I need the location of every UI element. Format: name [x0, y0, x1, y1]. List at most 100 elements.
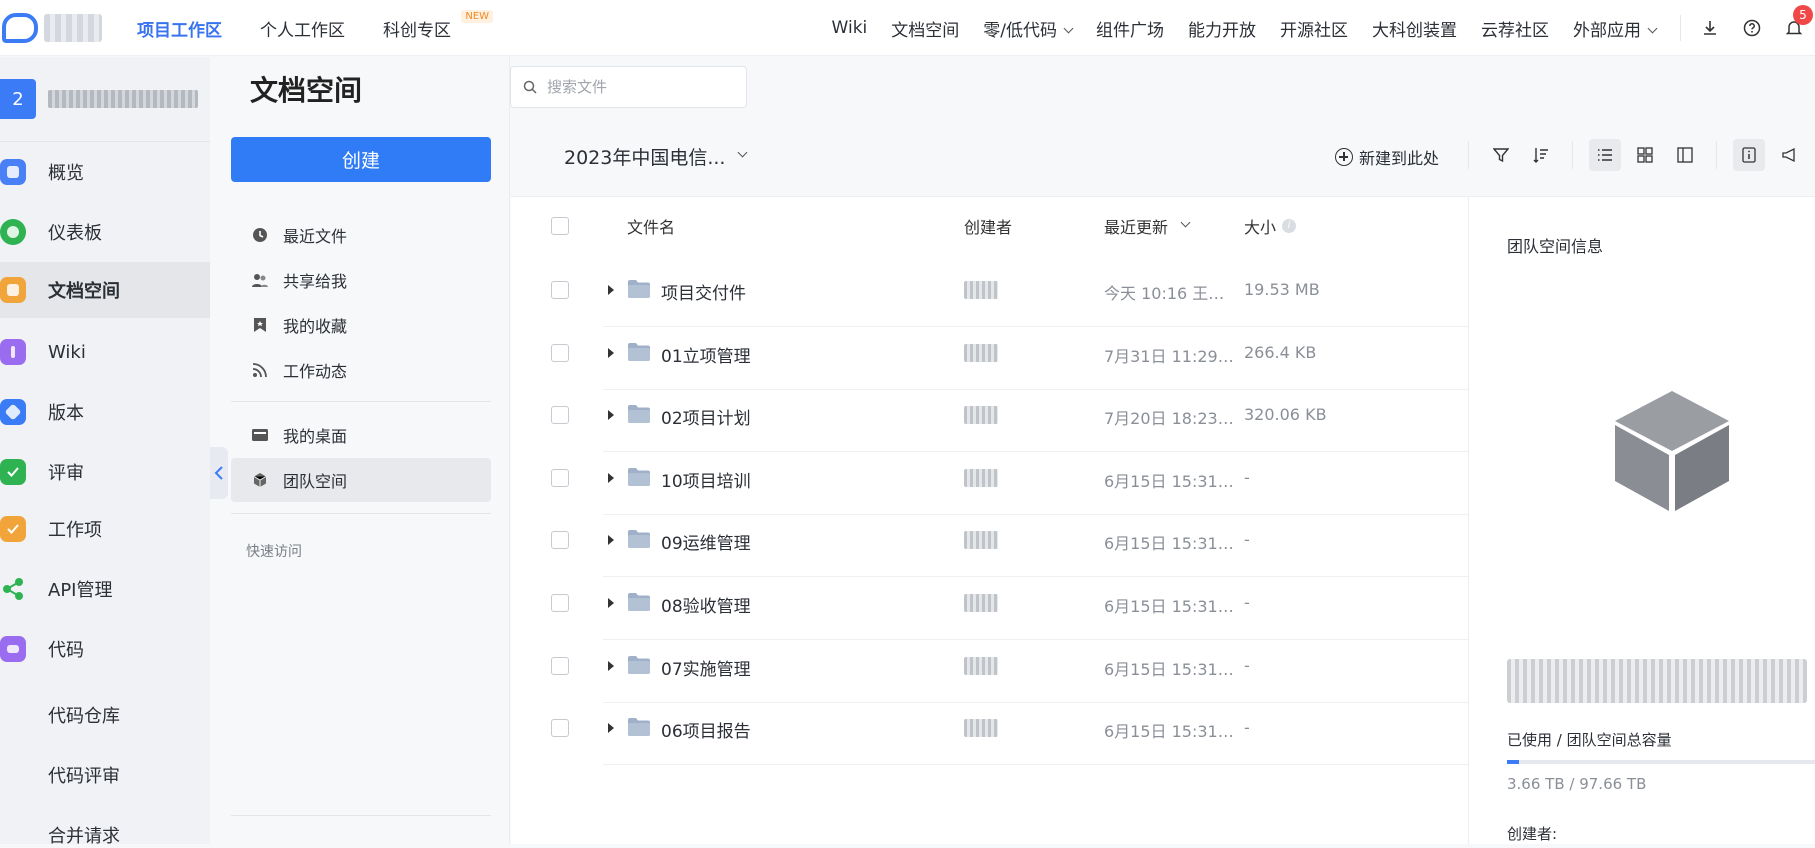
filter-icon[interactable]: [1485, 139, 1517, 171]
space-selector[interactable]: 2023年中国电信...: [564, 143, 748, 170]
sidebar-item-code[interactable]: 代码: [0, 621, 210, 677]
desktop-icon: [251, 426, 269, 444]
sort-icon[interactable]: [1525, 139, 1557, 171]
file-name[interactable]: 07实施管理: [661, 655, 751, 680]
list-view-icon[interactable]: [1589, 139, 1621, 171]
column-header-name[interactable]: 文件名: [627, 214, 675, 238]
primary-nav: 项目工作区 个人工作区 科创专区 NEW: [137, 0, 493, 56]
app-logo[interactable]: [0, 8, 104, 48]
sidebar-item-overview[interactable]: 概览: [0, 144, 210, 200]
table-row[interactable]: 02项目计划 7月20日 18:23 ... 320.06 KB: [511, 380, 1468, 453]
download-icon[interactable]: [1699, 17, 1721, 39]
file-name[interactable]: 09运维管理: [661, 529, 751, 554]
megaphone-icon[interactable]: [1773, 139, 1805, 171]
row-checkbox[interactable]: [551, 656, 569, 675]
nav-lowcode[interactable]: 零/低代码: [983, 16, 1074, 41]
nav-opensource[interactable]: 开源社区: [1280, 16, 1348, 41]
file-size: 320.06 KB: [1244, 405, 1327, 425]
bookmark-icon: [251, 316, 269, 334]
expand-caret-icon[interactable]: [608, 598, 614, 608]
table-row[interactable]: 06项目报告 6月15日 15:31 ... -: [511, 693, 1468, 766]
nav-lowcode-label: 零/低代码: [983, 20, 1057, 41]
new-here-button[interactable]: 新建到此处: [1335, 145, 1439, 169]
file-name[interactable]: 项目交付件: [661, 279, 746, 304]
sidebar-subitem-repo[interactable]: 代码仓库: [48, 702, 120, 728]
table-row[interactable]: 08验收管理 6月15日 15:31 ... -: [511, 568, 1468, 640]
row-checkbox[interactable]: [551, 468, 569, 487]
sidebar-item-workitem[interactable]: 工作项: [0, 501, 210, 557]
column-header-size[interactable]: 大小 i: [1244, 214, 1297, 238]
bell-icon[interactable]: 5: [1783, 5, 1813, 39]
sidebar-item-wiki[interactable]: Wiki: [0, 324, 210, 380]
file-name[interactable]: 01立项管理: [661, 342, 751, 367]
nav-capability[interactable]: 能力开放: [1188, 16, 1256, 41]
file-size: -: [1244, 718, 1250, 738]
file-name[interactable]: 10项目培训: [661, 467, 751, 492]
sidebar-subitem-merge-request[interactable]: 合并请求: [48, 822, 120, 848]
expand-caret-icon[interactable]: [608, 723, 614, 734]
search-box[interactable]: [510, 66, 747, 108]
expand-caret-icon[interactable]: [608, 660, 614, 671]
create-button[interactable]: 创建: [231, 137, 491, 182]
column-header-creator[interactable]: 创建者: [964, 214, 1012, 238]
expand-caret-icon[interactable]: [608, 410, 614, 421]
nav-team-space[interactable]: 团队空间: [231, 458, 491, 502]
grid-view-icon[interactable]: [1629, 139, 1661, 171]
split-view-icon[interactable]: [1669, 139, 1701, 171]
expand-caret-icon[interactable]: [608, 347, 614, 358]
row-checkbox[interactable]: [551, 594, 569, 612]
nav-recent-files[interactable]: 最近文件: [231, 213, 491, 257]
nav-components[interactable]: 组件广场: [1096, 16, 1164, 41]
table-row[interactable]: 项目交付件 今天 10:16 王路君 19.53 MB: [511, 255, 1468, 327]
nav-external-apps[interactable]: 外部应用: [1573, 16, 1658, 41]
nav-work-activity[interactable]: 工作动态: [231, 348, 491, 392]
row-checkbox[interactable]: [551, 281, 569, 299]
sidebar-item-docspace[interactable]: 文档空间: [0, 262, 210, 318]
column-header-updated[interactable]: 最近更新: [1104, 214, 1191, 238]
nav-shared-with-me[interactable]: 共享给我: [231, 258, 491, 302]
page-title: 文档空间: [250, 74, 363, 107]
info-icon[interactable]: i: [1282, 219, 1297, 233]
nav-docspace[interactable]: 文档空间: [891, 16, 959, 41]
table-row[interactable]: 09运维管理 6月15日 15:31 ... -: [511, 505, 1468, 578]
nav-cloud-community[interactable]: 云荐社区: [1481, 16, 1549, 41]
table-row[interactable]: 10项目培训 6月15日 15:31 ... -: [511, 443, 1468, 515]
nav-my-desktop[interactable]: 我的桌面: [231, 413, 491, 457]
select-all-checkbox[interactable]: [551, 217, 569, 235]
collapse-sidebar-button[interactable]: [210, 447, 228, 499]
expand-caret-icon[interactable]: [608, 535, 614, 546]
expand-caret-icon[interactable]: [608, 285, 614, 295]
row-checkbox[interactable]: [551, 343, 569, 362]
search-input[interactable]: [547, 78, 727, 96]
row-checkbox[interactable]: [551, 531, 569, 550]
sidebar-subitem-code-review[interactable]: 代码评审: [48, 762, 120, 788]
nav-project-workspace[interactable]: 项目工作区: [137, 16, 222, 41]
table-row[interactable]: 01立项管理 7月31日 11:29 ... 266.4 KB: [511, 318, 1468, 390]
nav-wiki[interactable]: Wiki: [832, 18, 868, 38]
help-icon[interactable]: [1741, 17, 1763, 39]
row-checkbox[interactable]: [551, 406, 569, 425]
nav-innovation-device[interactable]: 大科创装置: [1372, 16, 1457, 41]
sidebar-item-dashboard[interactable]: 仪表板: [0, 204, 210, 260]
file-name[interactable]: 02项目计划: [661, 404, 751, 429]
notification-count-badge: 5: [1793, 5, 1813, 25]
file-size: -: [1244, 655, 1250, 675]
chevron-down-icon: [738, 147, 748, 158]
file-name[interactable]: 06项目报告: [661, 717, 751, 742]
sidebar-item-version[interactable]: 版本: [0, 384, 210, 440]
nav-my-favorites[interactable]: 我的收藏: [231, 303, 491, 347]
expand-caret-icon[interactable]: [608, 472, 614, 483]
table-row[interactable]: 07实施管理 6月15日 15:31 ... -: [511, 631, 1468, 703]
project-selector[interactable]: 2: [0, 79, 210, 119]
info-panel-toggle-icon[interactable]: [1733, 139, 1765, 171]
docs-icon: [0, 277, 26, 303]
nav-label: 我的收藏: [283, 317, 348, 336]
nav-innovation-zone[interactable]: 科创专区 NEW: [383, 9, 493, 41]
sidebar-item-api[interactable]: API管理: [0, 561, 210, 617]
updated-time: 6月15日 15:31 ...: [1104, 722, 1234, 742]
nav-personal-workspace[interactable]: 个人工作区: [260, 16, 345, 41]
sidebar-item-review[interactable]: 评审: [0, 444, 210, 500]
column-header-updated-label: 最近更新: [1104, 218, 1169, 237]
row-checkbox[interactable]: [551, 719, 569, 738]
file-name[interactable]: 08验收管理: [661, 592, 751, 617]
